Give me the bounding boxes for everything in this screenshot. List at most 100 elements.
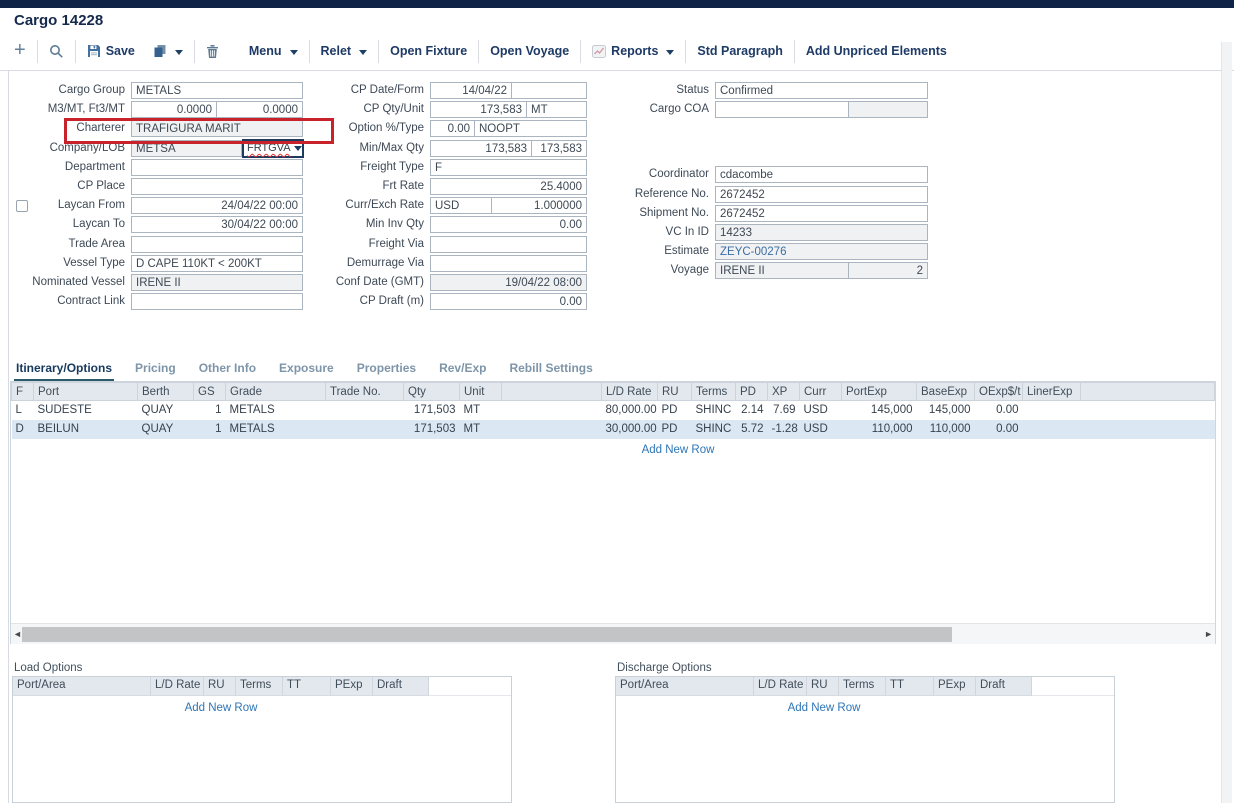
shipment-no-field[interactable]: 2672452 — [715, 205, 928, 222]
cell-port[interactable]: SUDESTE — [34, 401, 138, 420]
column-header[interactable]: Draft — [373, 677, 429, 696]
cell-f[interactable]: L — [12, 401, 34, 420]
cell-portexp[interactable]: 110,000 — [842, 420, 917, 439]
cell-berth[interactable]: QUAY — [138, 420, 194, 439]
demurrage-via-field[interactable] — [430, 255, 587, 272]
save-button[interactable]: Save — [85, 44, 137, 58]
column-header[interactable]: F — [12, 383, 34, 401]
cp-draft-field[interactable]: 0.00 — [430, 293, 587, 310]
column-header[interactable]: RU — [807, 677, 839, 696]
cell-port[interactable]: BEILUN — [34, 420, 138, 439]
voyage-vessel-field[interactable]: IRENE II — [715, 262, 849, 279]
cell-linerexp[interactable] — [1023, 420, 1081, 439]
cell-ru[interactable]: PD — [658, 420, 692, 439]
column-header[interactable]: Port — [34, 383, 138, 401]
tab-properties[interactable]: Properties — [355, 358, 418, 382]
add-new-row-link[interactable]: Add New Row — [13, 702, 429, 714]
column-header[interactable]: TT — [886, 677, 934, 696]
cell-portexp[interactable]: 145,000 — [842, 401, 917, 420]
column-header[interactable]: RU — [658, 383, 692, 401]
column-header[interactable]: Draft — [976, 677, 1032, 696]
reference-no-field[interactable]: 2672452 — [715, 186, 928, 203]
laycan-from-field[interactable]: 24/04/22 00:00 — [131, 197, 303, 214]
column-header[interactable]: LinerExp — [1023, 383, 1081, 401]
exch-rate-field[interactable]: 1.000000 — [491, 197, 587, 214]
nominated-vessel-field[interactable]: IRENE II — [131, 274, 303, 291]
column-header[interactable]: Terms — [839, 677, 886, 696]
vessel-type-field[interactable]: D CAPE 110KT < 200KT — [131, 255, 303, 272]
tab-pricing[interactable]: Pricing — [133, 358, 178, 382]
cp-unit-field[interactable]: MT — [526, 101, 587, 118]
cell-ld-rate[interactable]: 30,000.00 — [602, 420, 658, 439]
column-header[interactable]: PD — [736, 383, 768, 401]
open-voyage-button[interactable]: Open Voyage — [488, 44, 571, 58]
tab-exposure[interactable]: Exposure — [277, 358, 336, 382]
laycan-checkbox[interactable] — [16, 200, 28, 212]
cell-berth[interactable]: QUAY — [138, 401, 194, 420]
column-header[interactable]: Terms — [236, 677, 283, 696]
cargo-group-field[interactable]: METALS — [131, 82, 303, 99]
scrollbar-thumb[interactable] — [22, 627, 952, 642]
trade-area-field[interactable] — [131, 236, 303, 253]
charterer-field[interactable]: TRAFIGURA MARIT — [131, 120, 303, 137]
tab-rev-exp[interactable]: Rev/Exp — [437, 358, 488, 382]
cell-oexp[interactable]: 0.00 — [975, 420, 1023, 439]
freight-type-field[interactable]: F — [430, 159, 587, 176]
relet-button[interactable]: Relet — [319, 44, 370, 58]
horizontal-scrollbar[interactable]: ◄ ► — [11, 623, 1215, 644]
department-field[interactable] — [131, 159, 303, 176]
cell-baseexp[interactable]: 145,000 — [917, 401, 975, 420]
m3mt-field[interactable]: 0.0000 — [131, 101, 217, 118]
column-header[interactable]: L/D Rate — [602, 383, 658, 401]
cell-grade[interactable]: METALS — [226, 401, 326, 420]
column-header[interactable]: Port/Area — [616, 677, 754, 696]
option-type-field[interactable]: NOOPT — [474, 120, 587, 137]
cp-place-field[interactable] — [131, 178, 303, 195]
column-header[interactable]: RU — [204, 677, 236, 696]
column-header[interactable]: L/D Rate — [151, 677, 204, 696]
column-header[interactable]: Berth — [138, 383, 194, 401]
add-new-row-link[interactable]: Add New Row — [11, 444, 1215, 456]
coordinator-field[interactable]: cdacombe — [715, 166, 928, 183]
lob-combobox[interactable]: FRTGVA — [242, 139, 304, 158]
estimate-link-field[interactable]: ZEYC-00276 — [715, 243, 928, 260]
contract-link-field[interactable] — [131, 293, 303, 310]
column-header[interactable]: Port/Area — [13, 677, 151, 696]
vertical-scrollbar[interactable] — [1221, 42, 1232, 803]
tab-other-info[interactable]: Other Info — [197, 358, 258, 382]
cell-terms[interactable]: SHINC — [692, 401, 736, 420]
cell-terms[interactable]: SHINC — [692, 420, 736, 439]
min-inv-qty-field[interactable]: 0.00 — [430, 216, 587, 233]
cell-ld-rate[interactable]: 80,000.00 — [602, 401, 658, 420]
cell-ru[interactable]: PD — [658, 401, 692, 420]
cell-oexp[interactable]: 0.00 — [975, 401, 1023, 420]
tab-itinerary-options[interactable]: Itinerary/Options — [14, 358, 114, 382]
cell-unit[interactable]: MT — [460, 420, 502, 439]
option-pct-field[interactable]: 0.00 — [430, 120, 475, 137]
cp-date-field[interactable]: 14/04/22 — [430, 82, 512, 99]
laycan-to-field[interactable]: 30/04/22 00:00 — [131, 216, 303, 233]
company-field[interactable]: METSA — [131, 140, 242, 157]
cell-linerexp[interactable] — [1023, 401, 1081, 420]
cell-grade[interactable]: METALS — [226, 420, 326, 439]
column-header[interactable]: Unit — [460, 383, 502, 401]
column-header[interactable]: BaseExp — [917, 383, 975, 401]
cargo-coa-secondary-field[interactable] — [848, 101, 928, 118]
column-header[interactable]: Curr — [800, 383, 842, 401]
delete-button[interactable] — [204, 44, 221, 58]
column-header[interactable]: PortExp — [842, 383, 917, 401]
cell-pd[interactable]: 5.72 — [736, 420, 768, 439]
column-header[interactable]: PExp — [331, 677, 373, 696]
voyage-number-field[interactable]: 2 — [848, 262, 928, 279]
cell-qty[interactable]: 171,503 — [404, 420, 460, 439]
table-row[interactable]: D BEILUN QUAY 1 METALS 171,503 MT 30,000… — [12, 420, 1215, 439]
column-header[interactable]: PExp — [934, 677, 976, 696]
cargo-coa-field[interactable] — [715, 101, 849, 118]
tab-rebill-settings[interactable]: Rebill Settings — [507, 358, 594, 382]
search-button[interactable] — [47, 44, 66, 59]
column-header[interactable]: L/D Rate — [754, 677, 807, 696]
cp-qty-field[interactable]: 173,583 — [430, 101, 527, 118]
column-header[interactable]: Terms — [692, 383, 736, 401]
std-paragraph-button[interactable]: Std Paragraph — [695, 44, 784, 58]
cell-curr[interactable]: USD — [800, 401, 842, 420]
